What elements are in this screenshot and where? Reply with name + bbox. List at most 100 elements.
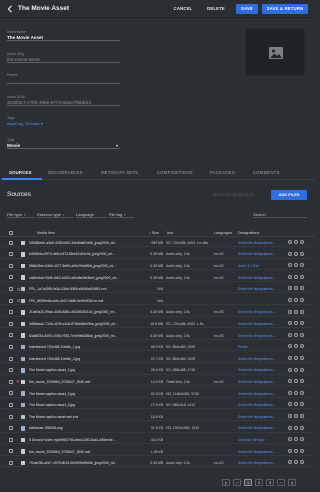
file-name[interactable]: wallbaner-298298.png bbox=[29, 426, 133, 430]
row-checkbox[interactable] bbox=[9, 275, 13, 280]
designations-select[interactable]: Select file designations... bbox=[238, 392, 280, 396]
more-icon[interactable] bbox=[294, 240, 298, 244]
search-icon[interactable] bbox=[288, 286, 292, 291]
file-name[interactable]: fc3f2fd4a-8974-4e8f-b373-f8ee67d03c9b_jp… bbox=[29, 252, 133, 256]
settings-icon[interactable] bbox=[300, 437, 304, 442]
more-icon[interactable] bbox=[294, 390, 298, 395]
designations-select[interactable]: Select file designations... bbox=[238, 287, 280, 291]
search-icon[interactable] bbox=[288, 263, 292, 268]
save-button[interactable]: SAVE bbox=[236, 4, 258, 14]
settings-icon[interactable] bbox=[300, 356, 304, 360]
table-row[interactable]: wallbaner-298298.png 91.5 KB HD, 1920x1080… bbox=[0, 424, 315, 433]
settings-icon[interactable] bbox=[300, 402, 304, 407]
row-checkbox[interactable] bbox=[9, 437, 13, 442]
more-icon[interactable] bbox=[294, 309, 298, 314]
more-icon[interactable] bbox=[294, 356, 298, 360]
more-icon[interactable] bbox=[294, 332, 298, 337]
tags-value[interactable]: Asset tag, Tlt Asset bbox=[7, 122, 39, 126]
settings-icon[interactable] bbox=[300, 390, 304, 395]
designations-select[interactable]: Select file designations... bbox=[238, 415, 280, 419]
asset-slug-input[interactable]: the-movie-asset bbox=[7, 57, 120, 63]
table-row[interactable]: the_movie_2209664_5736547_DNE.mxf 1.05 KB… bbox=[0, 447, 315, 456]
file-name[interactable]: 21de0a20-99ab-4446-858c-df3189151142_jpe… bbox=[29, 310, 133, 314]
table-row[interactable]: fc3f2fd4a-8974-4e8f-b373-f8ee67d03c9b_jp… bbox=[0, 250, 315, 259]
parent-input[interactable] bbox=[7, 78, 120, 84]
row-checkbox[interactable] bbox=[9, 286, 13, 291]
row-checkbox[interactable] bbox=[9, 426, 13, 431]
row-checkbox[interactable] bbox=[9, 333, 13, 338]
type-select[interactable]: Movie ▾ bbox=[7, 143, 120, 149]
table-row[interactable]: 5 Second Video mp49f6f3754-ebcd-44f3-8ca… bbox=[0, 435, 315, 445]
settings-icon[interactable] bbox=[300, 414, 304, 418]
search-input[interactable]: Search bbox=[253, 212, 307, 218]
designations-select[interactable]: Select file designations... bbox=[238, 461, 280, 465]
first-page-button[interactable]: |‹ bbox=[222, 479, 230, 486]
settings-icon[interactable] bbox=[300, 379, 304, 384]
search-icon[interactable] bbox=[288, 274, 292, 279]
last-page-button[interactable]: ›| bbox=[288, 479, 296, 486]
table-row[interactable]: 086b03ee-04b8-4377-8e99-a99c7feb8f5d_jpe… bbox=[0, 261, 315, 271]
designations-select[interactable]: Select file designations... bbox=[238, 403, 280, 407]
search-icon[interactable] bbox=[288, 402, 292, 407]
search-icon[interactable] bbox=[288, 321, 292, 326]
settings-icon[interactable] bbox=[300, 274, 304, 279]
row-checkbox[interactable] bbox=[9, 391, 13, 396]
select-all-checkbox[interactable] bbox=[9, 230, 13, 235]
search-icon[interactable] bbox=[288, 240, 292, 244]
more-icon[interactable] bbox=[294, 425, 298, 430]
row-checkbox[interactable] bbox=[9, 414, 13, 419]
file-name[interactable]: ca82e5dd-93d5-4d01-b053-a8448e3fd3be4_jp… bbox=[29, 276, 133, 280]
settings-icon[interactable] bbox=[300, 309, 304, 314]
table-row[interactable]: 21de0a20-99ab-4446-858c-df3189151142_jpe… bbox=[0, 308, 315, 317]
col-media-item[interactable]: Media Item bbox=[37, 231, 55, 235]
search-icon[interactable] bbox=[288, 390, 292, 395]
row-checkbox[interactable] bbox=[9, 240, 13, 245]
search-icon[interactable] bbox=[288, 367, 292, 372]
file-tag-filter[interactable]: File tag ▾ bbox=[109, 212, 134, 218]
asset-name-input[interactable]: The Movie Asset bbox=[7, 35, 120, 41]
tab-sources[interactable]: SOURCES bbox=[9, 170, 32, 175]
table-row[interactable]: ca82e5dd-93d5-4d01-b053-a8448e3fd3be4_jp… bbox=[0, 273, 315, 282]
designations-select[interactable]: Select file designations... bbox=[238, 426, 280, 430]
more-icon[interactable] bbox=[294, 321, 298, 326]
row-checkbox[interactable] bbox=[9, 402, 13, 407]
more-icon[interactable] bbox=[294, 402, 298, 407]
cancel-button[interactable]: CANCEL bbox=[171, 4, 195, 14]
file-name[interactable]: 1f5988d4e-a3d0-4039-b0f2-33e80dfd7a96_jp… bbox=[29, 241, 133, 245]
settings-icon[interactable] bbox=[300, 286, 304, 291]
designations-select[interactable]: Select file designations... bbox=[238, 450, 280, 454]
back-arrow-icon[interactable] bbox=[6, 5, 14, 13]
designations-select[interactable]: Select file designations... bbox=[238, 357, 280, 361]
file-name[interactable]: 5 Second Video mp49f6f3754-ebcd-44f3-8ca… bbox=[29, 438, 133, 442]
designations-select[interactable]: Select file designations... bbox=[238, 334, 280, 338]
more-icon[interactable] bbox=[294, 437, 298, 442]
table-row[interactable]: Interleaved 720x486 10m8s_1.jpg 66.9 KB SD… bbox=[0, 342, 315, 352]
col-size[interactable]: ↑ Size bbox=[149, 231, 159, 235]
page-1-button[interactable]: 1 bbox=[244, 479, 252, 486]
search-icon[interactable] bbox=[288, 437, 292, 442]
settings-icon[interactable] bbox=[300, 460, 304, 465]
tags-dropdown-chevron-icon[interactable]: ▾ bbox=[41, 122, 43, 126]
search-icon[interactable] bbox=[288, 448, 292, 453]
row-checkbox[interactable] bbox=[9, 310, 13, 315]
file-name[interactable]: Interleaved 720x486 10m8s_1.jpg bbox=[29, 345, 133, 349]
file-name[interactable]: FRL_f6599e5a-dcfc-4e97-b66b-5e5f4902e1e.… bbox=[29, 299, 133, 303]
file-name[interactable]: 7f1ae03b-a0b7-4075-8013-9b9599e990db_jpe… bbox=[29, 461, 133, 465]
settings-icon[interactable] bbox=[300, 448, 304, 453]
table-row[interactable]: The Movie caption asset_1.jpg 26.3 KB SD, … bbox=[0, 366, 315, 375]
search-icon[interactable] bbox=[288, 344, 292, 349]
settings-icon[interactable] bbox=[300, 425, 304, 430]
settings-icon[interactable] bbox=[300, 344, 304, 349]
search-icon[interactable] bbox=[288, 332, 292, 337]
file-name[interactable]: 83a8f234-4093-4036-9783-7e4e9b6188ab_jpe… bbox=[29, 334, 133, 338]
designations-select[interactable]: Poster bbox=[238, 345, 280, 349]
table-row[interactable]: The Movie caption asset_3.jpg 17.3 KB SD, … bbox=[0, 400, 315, 410]
prev-page-button[interactable]: ‹ bbox=[233, 479, 241, 486]
file-name[interactable]: FRL_1a7a02f9-0a34-434b-8368-e50d0a9189f2… bbox=[29, 287, 133, 291]
search-icon[interactable] bbox=[288, 309, 292, 314]
row-checkbox[interactable] bbox=[9, 263, 13, 268]
file-name[interactable]: 3d69eaa0-710b-4109-a1c8-8786eb8e09ba_jpe… bbox=[29, 322, 133, 326]
tab-packages[interactable]: PACKAGES bbox=[210, 170, 235, 175]
page-2-button[interactable]: 2 bbox=[255, 479, 263, 486]
page-3-button[interactable]: 3 bbox=[266, 479, 274, 486]
